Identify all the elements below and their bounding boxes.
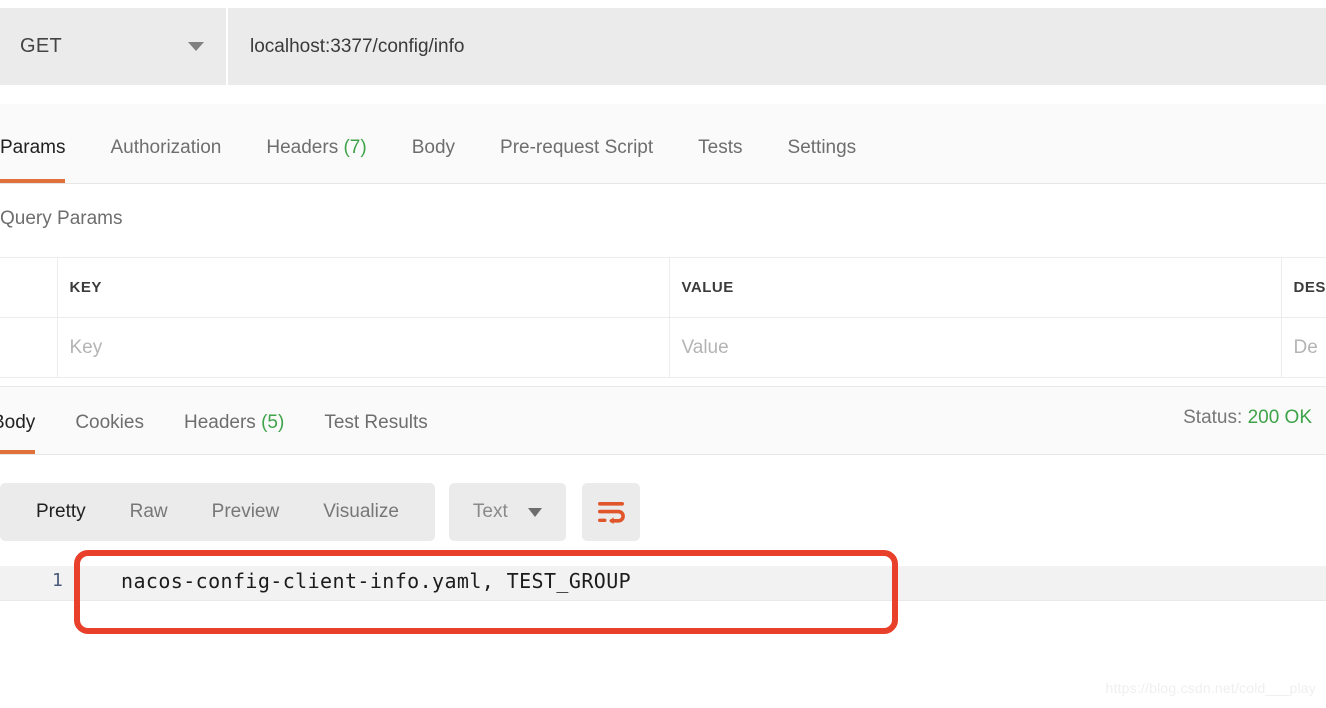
- mode-visualize-label: Visualize: [323, 501, 399, 522]
- tab-settings[interactable]: Settings: [788, 137, 857, 183]
- status-badge: Status: 200 OK: [1183, 407, 1312, 429]
- format-select[interactable]: Text: [448, 483, 566, 541]
- line-number: 1: [52, 570, 63, 591]
- url-input[interactable]: localhost:3377/config/info: [228, 8, 1326, 85]
- tab-pre-request-script-label: Pre-request Script: [500, 137, 654, 158]
- chevron-down-icon: [188, 42, 204, 51]
- response-tab-test-results-label: Test Results: [324, 412, 428, 433]
- row-checkbox-cell[interactable]: [0, 317, 58, 378]
- tab-settings-label: Settings: [787, 137, 857, 158]
- row-key-cell[interactable]: Key: [56, 317, 670, 378]
- column-header-value: VALUE: [668, 257, 1282, 318]
- response-mode-group: Pretty Raw Preview Visualize: [0, 483, 435, 541]
- chevron-down-icon: [527, 507, 542, 517]
- watermark: https://blog.csdn.net/cold___play: [1105, 680, 1316, 696]
- wrap-lines-icon: [597, 502, 625, 524]
- row-description-cell[interactable]: De: [1280, 317, 1326, 378]
- mode-pretty-label: Pretty: [36, 501, 86, 522]
- table-header-row: KEY VALUE DES: [0, 257, 1326, 318]
- tab-authorization[interactable]: Authorization: [110, 137, 221, 183]
- format-select-value: Text: [472, 501, 508, 522]
- wrap-lines-button[interactable]: [581, 483, 640, 541]
- column-header-value-label: VALUE: [681, 278, 734, 296]
- status-label: Status:: [1183, 407, 1243, 428]
- response-tab-headers[interactable]: Headers (5): [184, 412, 284, 454]
- column-header-check: [0, 257, 58, 318]
- url-value: localhost:3377/config/info: [250, 35, 465, 57]
- tab-params[interactable]: Params: [0, 137, 66, 183]
- tab-params-label: Params: [0, 137, 66, 158]
- response-tab-test-results[interactable]: Test Results: [324, 412, 427, 454]
- response-tab-headers-count: (5): [261, 412, 285, 433]
- mode-pretty-button[interactable]: Pretty: [14, 501, 108, 523]
- tab-body-label: Body: [411, 137, 456, 158]
- response-tabs: Body Cookies Headers (5) Test Results St…: [0, 386, 1326, 455]
- tab-authorization-label: Authorization: [110, 137, 222, 158]
- query-params-title: Query Params: [0, 208, 123, 229]
- http-method-label: GET: [20, 35, 63, 57]
- tab-headers[interactable]: Headers (7): [266, 137, 366, 183]
- value-input-placeholder: Value: [681, 336, 729, 358]
- mode-raw-label: Raw: [129, 501, 168, 522]
- tab-tests-label: Tests: [698, 137, 743, 158]
- mode-raw-button[interactable]: Raw: [108, 501, 190, 523]
- response-tab-body-label: Body: [0, 412, 36, 433]
- tab-pre-request-script[interactable]: Pre-request Script: [500, 137, 653, 183]
- request-tabs: Params Authorization Headers (7) Body Pr…: [0, 104, 1326, 184]
- status-value: 200 OK: [1247, 407, 1312, 428]
- mode-visualize-button[interactable]: Visualize: [301, 501, 421, 523]
- response-body-editor[interactable]: 1 nacos-config-client-info.yaml, TEST_GR…: [0, 552, 1326, 662]
- column-header-description: DES: [1280, 257, 1326, 318]
- tab-tests[interactable]: Tests: [698, 137, 742, 183]
- mode-preview-button[interactable]: Preview: [190, 501, 302, 523]
- response-body-text: nacos-config-client-info.yaml, TEST_GROU…: [121, 569, 632, 593]
- tab-headers-label: Headers: [266, 137, 339, 158]
- column-header-key-label: KEY: [69, 278, 102, 296]
- mode-preview-label: Preview: [211, 501, 280, 522]
- column-header-description-label: DES: [1293, 278, 1326, 296]
- tab-headers-count: (7): [343, 137, 367, 158]
- column-header-key: KEY: [56, 257, 670, 318]
- response-tab-body[interactable]: Body: [0, 412, 36, 454]
- table-row: Key Value De: [0, 317, 1326, 378]
- http-method-selector[interactable]: GET: [0, 8, 228, 85]
- postman-response-view: GET localhost:3377/config/info Params Au…: [0, 0, 1326, 708]
- response-tab-cookies[interactable]: Cookies: [75, 412, 144, 454]
- query-params-table: KEY VALUE DES Key Value De: [0, 257, 1326, 378]
- request-url-bar: GET localhost:3377/config/info: [0, 8, 1326, 85]
- code-line-divider: [0, 600, 1326, 601]
- response-tab-headers-label: Headers: [183, 412, 256, 433]
- key-input-placeholder: Key: [69, 336, 103, 358]
- response-view-toolbar: Pretty Raw Preview Visualize Text: [0, 483, 1326, 541]
- response-tab-cookies-label: Cookies: [75, 412, 144, 433]
- row-value-cell[interactable]: Value: [668, 317, 1282, 378]
- tab-body[interactable]: Body: [412, 137, 455, 183]
- description-input-placeholder: De: [1293, 336, 1318, 358]
